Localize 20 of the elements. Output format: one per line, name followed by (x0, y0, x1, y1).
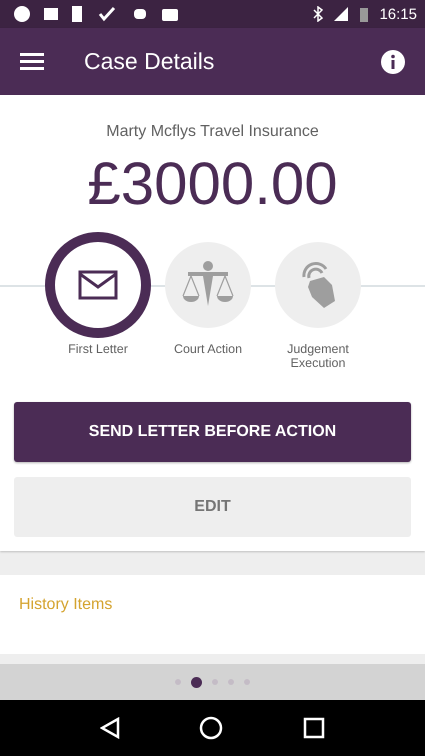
recents-icon[interactable] (303, 717, 326, 739)
home-icon[interactable] (199, 716, 224, 740)
edit-button[interactable]: EDIT (14, 477, 411, 537)
signal-icon (333, 6, 350, 22)
case-amount: £3000.00 (87, 149, 338, 218)
step-label: Judgement Execution (286, 342, 350, 370)
bluetooth-icon (313, 6, 324, 22)
page-dot[interactable] (191, 676, 202, 688)
back-icon[interactable] (100, 717, 120, 739)
step-label: First Letter (67, 342, 129, 356)
history-title: History Items (19, 596, 112, 613)
envelope-icon (78, 270, 118, 300)
app-bar-title: Case Details (84, 48, 216, 75)
status-time: 16:15 (379, 6, 417, 22)
step-label: Court Action (172, 342, 244, 356)
menu-icon[interactable] (20, 52, 44, 70)
info-icon[interactable] (381, 50, 405, 74)
send-letter-button[interactable]: SEND LETTER BEFORE ACTION (14, 402, 411, 462)
battery-icon (359, 6, 370, 22)
case-name: Marty Mcflys Travel Insurance (106, 123, 319, 141)
